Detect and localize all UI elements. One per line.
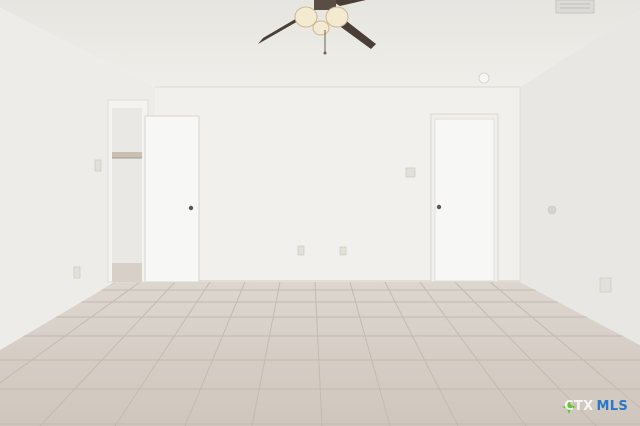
room-illustration <box>0 0 640 426</box>
outlet-back-2 <box>339 246 347 256</box>
light-switch-left <box>94 159 102 172</box>
watermark-text-mls: MLS <box>596 399 628 414</box>
watermark-text-ctx: CTX <box>564 399 594 414</box>
outlet-left <box>73 266 81 279</box>
light-switch-back <box>405 167 416 178</box>
outlet-right <box>599 277 612 293</box>
ceiling-vent <box>555 0 595 14</box>
room-photo: CTX MLS <box>0 0 640 426</box>
smoke-detector <box>478 72 490 84</box>
back-wall-door <box>430 113 499 283</box>
mls-watermark: CTX MLS <box>561 399 628 414</box>
tile-floor <box>0 282 640 426</box>
outlet-back-1 <box>297 245 305 256</box>
closet-door <box>144 115 200 283</box>
wall-vent-right <box>547 205 557 215</box>
closet-opening <box>107 99 149 283</box>
